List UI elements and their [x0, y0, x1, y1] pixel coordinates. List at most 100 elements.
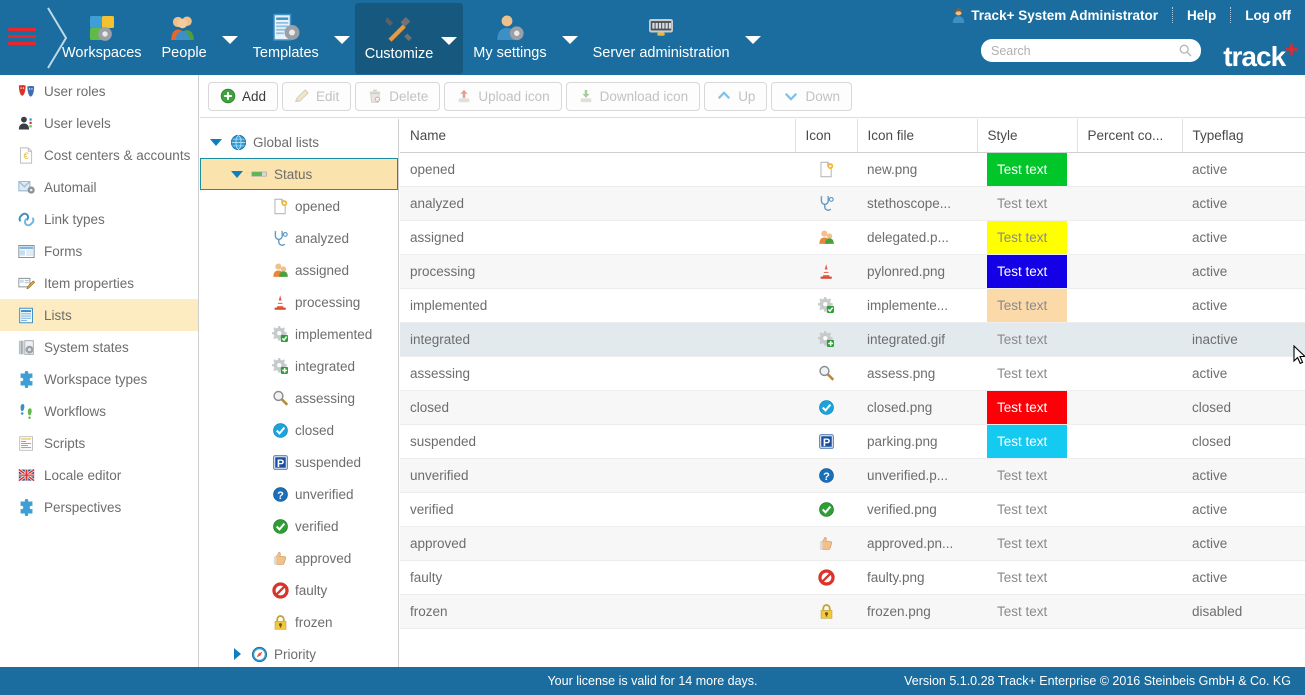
sidebar-item-user-levels[interactable]: User levels	[0, 107, 198, 139]
sidebar-item-system-states[interactable]: System states	[0, 331, 198, 363]
table-row[interactable]: integratedintegrated.gifTest textinactiv…	[400, 322, 1305, 356]
tree-node-label: approved	[295, 551, 351, 566]
column-header-percent-co[interactable]: Percent co...	[1077, 119, 1182, 152]
table-row[interactable]: faultyfaulty.pngTest textactive	[400, 560, 1305, 594]
search-box[interactable]	[981, 39, 1201, 62]
nav-item-templates[interactable]: Templates	[243, 0, 329, 75]
chevron-down-icon[interactable]	[329, 0, 355, 75]
search-icon[interactable]	[1179, 44, 1192, 57]
table-row[interactable]: closedclosed.pngTest textclosed	[400, 390, 1305, 424]
sidebar-item-automail[interactable]: Automail	[0, 171, 198, 203]
puzzle-icon	[18, 371, 35, 388]
table-row[interactable]: approvedapproved.pn...Test textactive	[400, 526, 1305, 560]
sidebar-item-perspectives[interactable]: Perspectives	[0, 491, 198, 523]
tree-node-label: assigned	[295, 263, 349, 278]
sidebar-item-label: System states	[44, 340, 129, 355]
add-button[interactable]: Add	[208, 82, 278, 111]
sidebar-item-scripts[interactable]: Scripts	[0, 427, 198, 459]
tree-node-integrated[interactable]: integrated	[200, 350, 398, 382]
puzzle-icon	[18, 499, 35, 516]
table-row[interactable]: suspendedPparking.pngTest textclosed	[400, 424, 1305, 458]
table-row[interactable]: frozenfrozen.pngTest textdisabled	[400, 594, 1305, 628]
chevron-down-icon[interactable]	[217, 0, 243, 75]
list-items-table-container[interactable]: NameIconIcon fileStylePercent co...Typef…	[400, 119, 1305, 667]
sidebar-item-item-properties[interactable]: Item properties	[0, 267, 198, 299]
tree-node-verified[interactable]: verified	[200, 510, 398, 542]
tree-node-assigned[interactable]: assigned	[200, 254, 398, 286]
sidebar-item-lists[interactable]: Lists	[0, 299, 198, 331]
chevron-down-icon[interactable]	[439, 3, 459, 74]
logoff-link[interactable]: Log off	[1245, 8, 1291, 23]
cell-typeflag: active	[1182, 526, 1305, 560]
tree-node-global-lists[interactable]: Global lists	[200, 126, 398, 158]
sidebar-item-link-types[interactable]: Link types	[0, 203, 198, 235]
nav-item-my-settings[interactable]: My settings	[463, 0, 556, 75]
sidebar-item-label: User roles	[44, 84, 106, 99]
tree-node-opened[interactable]: opened	[200, 190, 398, 222]
tree-node-analyzed[interactable]: analyzed	[200, 222, 398, 254]
sidebar-item-locale-editor[interactable]: Locale editor	[0, 459, 198, 491]
list-tree-panel: Global listsStatusopenedanalyzed assigned…	[200, 119, 399, 667]
column-header-icon-file[interactable]: Icon file	[857, 119, 977, 152]
lock-icon	[818, 603, 835, 620]
table-row[interactable]: verifiedverified.pngTest textactive	[400, 492, 1305, 526]
table-row[interactable]: unverified?unverified.p...Test textactiv…	[400, 458, 1305, 492]
nav-item-people[interactable]: People	[152, 0, 217, 75]
table-row[interactable]: assigneddelegated.p...Test textactive	[400, 220, 1305, 254]
column-header-typeflag[interactable]: Typeflag	[1182, 119, 1305, 152]
tree-node-unverified[interactable]: ?unverified	[200, 478, 398, 510]
status-bar-icon	[251, 166, 268, 183]
chevron-right-icon[interactable]	[229, 648, 245, 660]
table-row[interactable]: implementedimplemente...Test textactive	[400, 288, 1305, 322]
table-row[interactable]: processingpylonred.pngTest textactive	[400, 254, 1305, 288]
tree-node-faulty[interactable]: faulty	[200, 574, 398, 606]
tree-node-status[interactable]: Status	[200, 158, 398, 190]
sidebar-item-workspace-types[interactable]: Workspace types	[0, 363, 198, 395]
tree-node-approved[interactable]: approved	[200, 542, 398, 574]
sidebar-item-workflows[interactable]: Workflows	[0, 395, 198, 427]
table-row[interactable]: assessingassess.pngTest textactive	[400, 356, 1305, 390]
nav-item-customize[interactable]: Customize	[355, 3, 464, 74]
cell-percent-complete	[1077, 424, 1182, 458]
tree-node-closed[interactable]: closed	[200, 414, 398, 446]
cell-name: frozen	[400, 594, 795, 628]
chevron-down-icon[interactable]	[740, 0, 766, 75]
tree-node-frozen[interactable]: frozen	[200, 606, 398, 638]
table-row[interactable]: analyzedstethoscope...Test textactive	[400, 186, 1305, 220]
current-user[interactable]: Track+ System Administrator	[952, 8, 1158, 23]
tree-node-priority[interactable]: Priority	[200, 638, 398, 667]
nav-item-workspaces[interactable]: Workspaces	[52, 0, 152, 75]
chevron-down-icon[interactable]	[208, 139, 224, 146]
nav-item-server-administration[interactable]: Server administration	[583, 0, 740, 75]
automail-icon	[18, 179, 35, 196]
cell-icon	[795, 288, 857, 322]
hamburger-menu-icon[interactable]	[8, 28, 36, 46]
help-link[interactable]: Help	[1187, 8, 1216, 23]
column-header-style[interactable]: Style	[977, 119, 1077, 152]
chevron-down-icon[interactable]	[229, 171, 245, 178]
table-row[interactable]: openednew.pngTest textactive	[400, 152, 1305, 186]
table-header-row: NameIconIcon fileStylePercent co...Typef…	[400, 119, 1305, 152]
people-icon	[169, 13, 199, 43]
sidebar-item-user-roles[interactable]: User roles	[0, 75, 198, 107]
sidebar-item-forms[interactable]: Forms	[0, 235, 198, 267]
forbidden-icon	[818, 569, 835, 586]
tree-node-processing[interactable]: processing	[200, 286, 398, 318]
style-preview: Test text	[987, 153, 1067, 186]
gear-plus-icon	[818, 331, 835, 348]
tree-node-suspended[interactable]: Psuspended	[200, 446, 398, 478]
stethoscope-icon	[272, 230, 289, 247]
button-label: Delete	[389, 89, 428, 104]
search-input[interactable]	[981, 44, 1179, 58]
chevron-down-icon[interactable]	[557, 0, 583, 75]
tree-node-implemented[interactable]: implemented	[200, 318, 398, 350]
cell-name: unverified	[400, 458, 795, 492]
column-header-icon[interactable]: Icon	[795, 119, 857, 152]
question-icon: ?	[818, 467, 835, 484]
sidebar-item-cost-centers-accounts[interactable]: €Cost centers & accounts	[0, 139, 198, 171]
tree-node-assessing[interactable]: assessing	[200, 382, 398, 414]
style-preview: Test text	[987, 221, 1067, 254]
style-preview: Test text	[987, 561, 1067, 594]
column-header-name[interactable]: Name	[400, 119, 795, 152]
magnifier-icon	[818, 365, 835, 382]
